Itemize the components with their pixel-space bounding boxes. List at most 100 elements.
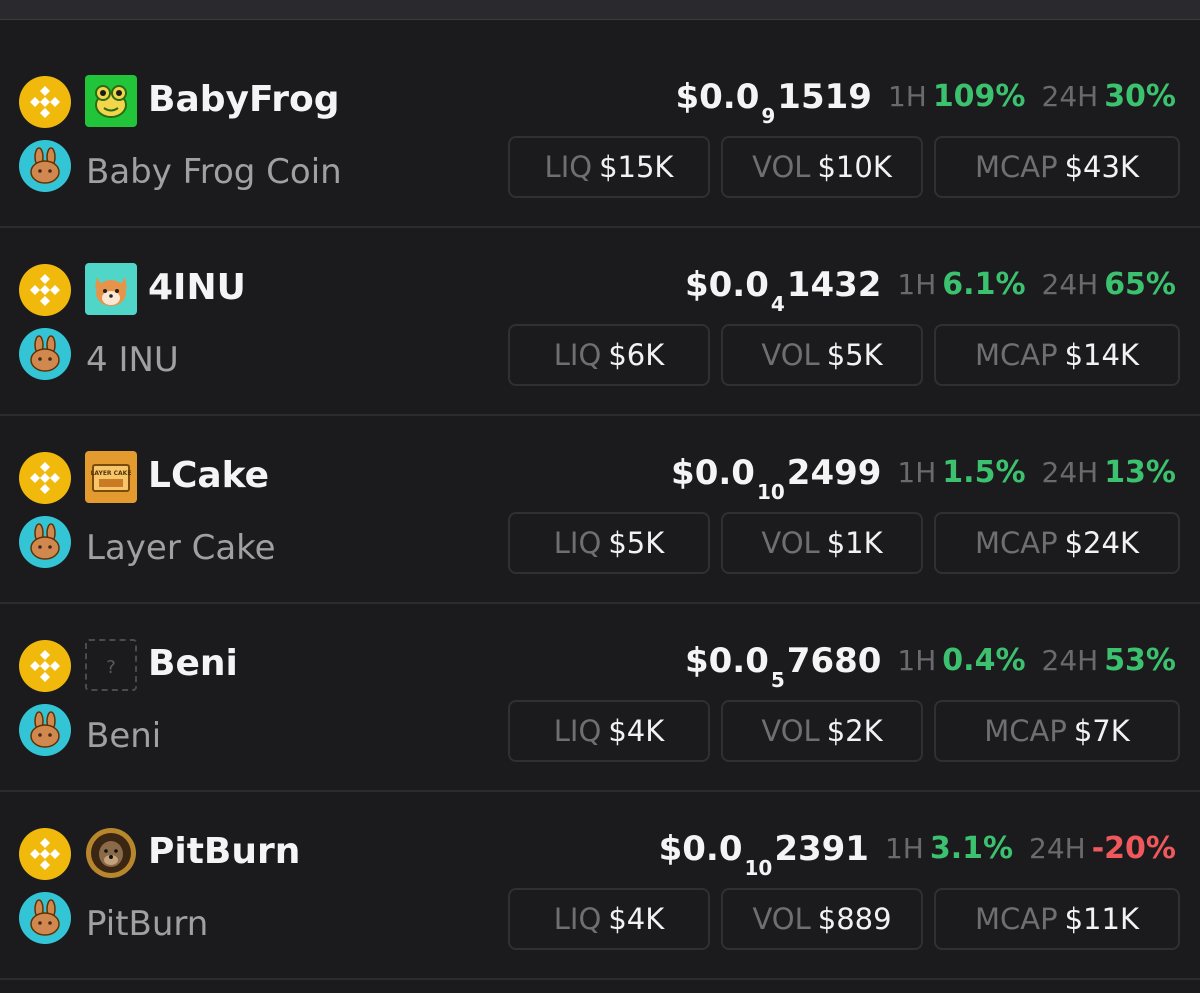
liquidity-label: LIQ	[553, 338, 602, 372]
token-row[interactable]: LAYER CAKE LCake Layer Cake $0.0 10 2499 1…	[0, 416, 1200, 604]
token-list: BabyFrog Baby Frog Coin $0.0 9 1519 1H 109…	[0, 40, 1200, 980]
change-1h: 1.5%	[942, 455, 1026, 490]
pancakeswap-bunny-icon	[19, 892, 71, 944]
token-row[interactable]: BabyFrog Baby Frog Coin $0.0 9 1519 1H 109…	[0, 40, 1200, 228]
price-digits: 7680	[786, 641, 882, 681]
avatar-text: LAYER CAKE	[91, 470, 132, 477]
bnb-chain-icon	[19, 640, 71, 692]
price-digits: 1432	[786, 265, 882, 305]
token-price: $0.0 9 1519	[675, 76, 871, 126]
change-1h: 0.4%	[942, 643, 1026, 678]
pancakeswap-bunny-icon	[19, 704, 71, 756]
change-24h: 65%	[1104, 267, 1176, 302]
market-cap-value: $7K	[1073, 714, 1130, 748]
shiba-dog-icon	[85, 263, 137, 315]
market-cap-value: $14K	[1064, 338, 1139, 372]
market-cap-label: MCAP	[975, 150, 1058, 184]
token-name: Beni	[86, 716, 162, 756]
token-row[interactable]: 4INU 4 INU $0.0 4 1432 1H 6.1% 24H 65% LIQ…	[0, 228, 1200, 416]
price-line: $0.0 10 2391 1H 3.1% 24H -20%	[659, 828, 1176, 878]
layer-cake-icon: LAYER CAKE	[85, 451, 137, 503]
volume-badge: VOL $2K	[721, 700, 923, 762]
liquidity-label: LIQ	[553, 902, 602, 936]
timeframe-1h-label: 1H	[897, 268, 937, 301]
change-24h: 13%	[1104, 455, 1176, 490]
timeframe-24h-label: 24H	[1041, 456, 1099, 489]
change-24h: -20%	[1091, 831, 1176, 866]
price-zero-count: 5	[770, 668, 785, 692]
change-24h: 30%	[1104, 79, 1176, 114]
liquidity-label: LIQ	[553, 714, 602, 748]
timeframe-1h-label: 1H	[887, 80, 927, 113]
market-cap-label: MCAP	[975, 338, 1058, 372]
volume-label: VOL	[761, 338, 820, 372]
token-symbol: LCake	[148, 455, 270, 496]
volume-badge: VOL $10K	[721, 136, 923, 198]
price-prefix: $0.0	[684, 641, 769, 681]
price-digits: 2499	[786, 453, 882, 493]
volume-value: $2K	[826, 714, 883, 748]
change-1h: 6.1%	[942, 267, 1026, 302]
volume-value: $889	[817, 902, 892, 936]
market-cap-value: $24K	[1064, 526, 1139, 560]
liquidity-badge: LIQ $5K	[508, 512, 710, 574]
token-row[interactable]: PitBurn PitBurn $0.0 10 2391 1H 3.1% 24H -…	[0, 792, 1200, 980]
timeframe-24h-label: 24H	[1041, 80, 1099, 113]
change-24h: 53%	[1104, 643, 1176, 678]
pancakeswap-bunny-icon	[19, 516, 71, 568]
volume-badge: VOL $5K	[721, 324, 923, 386]
price-zero-count: 9	[761, 104, 776, 128]
market-cap-badge: MCAP $11K	[934, 888, 1180, 950]
price-line: $0.0 10 2499 1H 1.5% 24H 13%	[671, 452, 1176, 502]
market-cap-value: $43K	[1064, 150, 1139, 184]
price-zero-count: 10	[744, 856, 773, 880]
liquidity-label: LIQ	[544, 150, 593, 184]
token-symbol: BabyFrog	[148, 79, 340, 120]
price-prefix: $0.0	[658, 829, 743, 869]
liquidity-value: $15K	[599, 150, 674, 184]
liquidity-badge: LIQ $4K	[508, 700, 710, 762]
volume-value: $5K	[826, 338, 883, 372]
market-cap-badge: MCAP $43K	[934, 136, 1180, 198]
token-name: PitBurn	[86, 904, 209, 944]
token-name: Layer Cake	[86, 528, 276, 568]
market-cap-badge: MCAP $14K	[934, 324, 1180, 386]
timeframe-1h-label: 1H	[884, 832, 924, 865]
token-name: Baby Frog Coin	[86, 152, 342, 192]
timeframe-1h-label: 1H	[897, 644, 937, 677]
market-cap-label: MCAP	[975, 902, 1058, 936]
change-1h: 3.1%	[929, 831, 1014, 866]
price-line: $0.0 4 1432 1H 6.1% 24H 65%	[685, 264, 1176, 314]
liquidity-badge: LIQ $4K	[508, 888, 710, 950]
bnb-chain-icon	[19, 264, 71, 316]
pancakeswap-bunny-icon	[19, 328, 71, 380]
price-prefix: $0.0	[671, 453, 755, 493]
price-zero-count: 10	[756, 480, 785, 504]
question-mark-icon: ?	[85, 639, 137, 691]
volume-badge: VOL $889	[721, 888, 923, 950]
market-cap-badge: MCAP $24K	[934, 512, 1180, 574]
pitbull-coin-icon	[85, 827, 137, 879]
timeframe-24h-label: 24H	[1041, 268, 1099, 301]
token-price: $0.0 10 2391	[659, 828, 869, 878]
token-price: $0.0 10 2499	[671, 452, 881, 502]
bnb-chain-icon	[19, 452, 71, 504]
market-cap-badge: MCAP $7K	[934, 700, 1180, 762]
timeframe-24h-label: 24H	[1041, 644, 1099, 677]
price-prefix: $0.0	[675, 77, 760, 117]
top-bar	[0, 0, 1200, 20]
price-digits: 2391	[774, 829, 869, 869]
volume-value: $1K	[826, 526, 883, 560]
bnb-chain-icon	[19, 76, 71, 128]
market-cap-label: MCAP	[975, 526, 1058, 560]
price-line: $0.0 9 1519 1H 109% 24H 30%	[675, 76, 1176, 126]
token-row[interactable]: ? Beni Beni $0.0 5 7680 1H 0.4% 24H 53% LI…	[0, 604, 1200, 792]
volume-label: VOL	[752, 150, 811, 184]
frog-icon	[85, 75, 137, 127]
liquidity-value: $6K	[608, 338, 665, 372]
volume-label: VOL	[761, 526, 820, 560]
market-cap-value: $11K	[1064, 902, 1139, 936]
timeframe-24h-label: 24H	[1029, 832, 1086, 865]
volume-label: VOL	[761, 714, 820, 748]
market-cap-label: MCAP	[984, 714, 1067, 748]
